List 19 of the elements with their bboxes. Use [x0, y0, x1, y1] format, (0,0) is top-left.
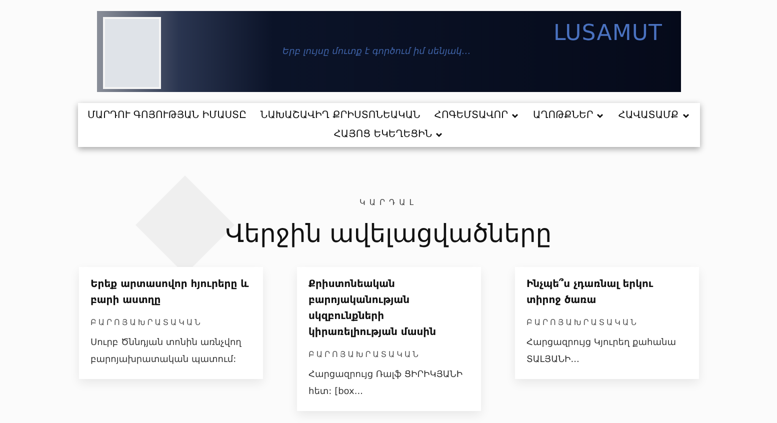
- post-category[interactable]: ԲԱՐՈՅԱԽՐԱՏԱԿԱՆ: [90, 316, 250, 328]
- post-title[interactable]: Երեք արտասովոր հյուրերը և բարի աստղը: [90, 276, 250, 308]
- nav-link[interactable]: ՀԱՎԱՏԱՄՔ: [618, 107, 690, 124]
- nav-link[interactable]: ՆԱԽԱՇԱՎԻՂ ՔՐԻՍՏՈՆԵԱԿԱՆ: [260, 107, 420, 124]
- nav-link[interactable]: ԱՂՈԹՔՆԵՐ: [533, 107, 604, 124]
- post-excerpt: Հարցազրույց Կյուրեղ քահանա ՏԱԼՅԱՆԻ...: [526, 336, 677, 366]
- post-excerpt: Հարցազրույց Ռալֆ ՑԻՐԻԿՅԱՆԻ հետ: [box...: [308, 368, 464, 398]
- section-title: Վերջին ավելացվածները: [225, 218, 552, 250]
- nav-link[interactable]: ՀՈԳԵՄՏԱՎՈՐ: [434, 107, 520, 124]
- post-title[interactable]: Քրիստոնեական բարոյականության սկզբունքների կիրառելիության մասին: [308, 276, 468, 340]
- post-category[interactable]: ԲԱՐՈՅԱԽՐԱՏԱԿԱՆ: [526, 316, 686, 328]
- post-category[interactable]: ԲԱՐՈՅԱԽՐԱՏԱԿԱՆ: [308, 348, 468, 360]
- nav-link[interactable]: ՄԱՐԴՈՒ ԳՈՅՈՒԹՅԱՆ ԻՄԱՍՏԸ: [88, 107, 246, 124]
- section-kicker: ԿԱՐԴԱԼ: [360, 197, 418, 209]
- nav-link[interactable]: ՀԱՅՈՑ ԵԿԵՂԵՑԻՆ: [334, 126, 444, 143]
- site-logo[interactable]: LUSAMUT: [553, 17, 662, 50]
- banner-tagline: Երբ լույսը մուտք է գործում իմ սենյակ…: [282, 46, 471, 59]
- post-title[interactable]: Ինչպե՞ս չդառնալ երկու տիրոջ ծառա: [526, 276, 686, 308]
- post-excerpt: Սուրբ Ծննդյան տոնին առնչվող բարոյախրատական պատում:: [90, 336, 242, 366]
